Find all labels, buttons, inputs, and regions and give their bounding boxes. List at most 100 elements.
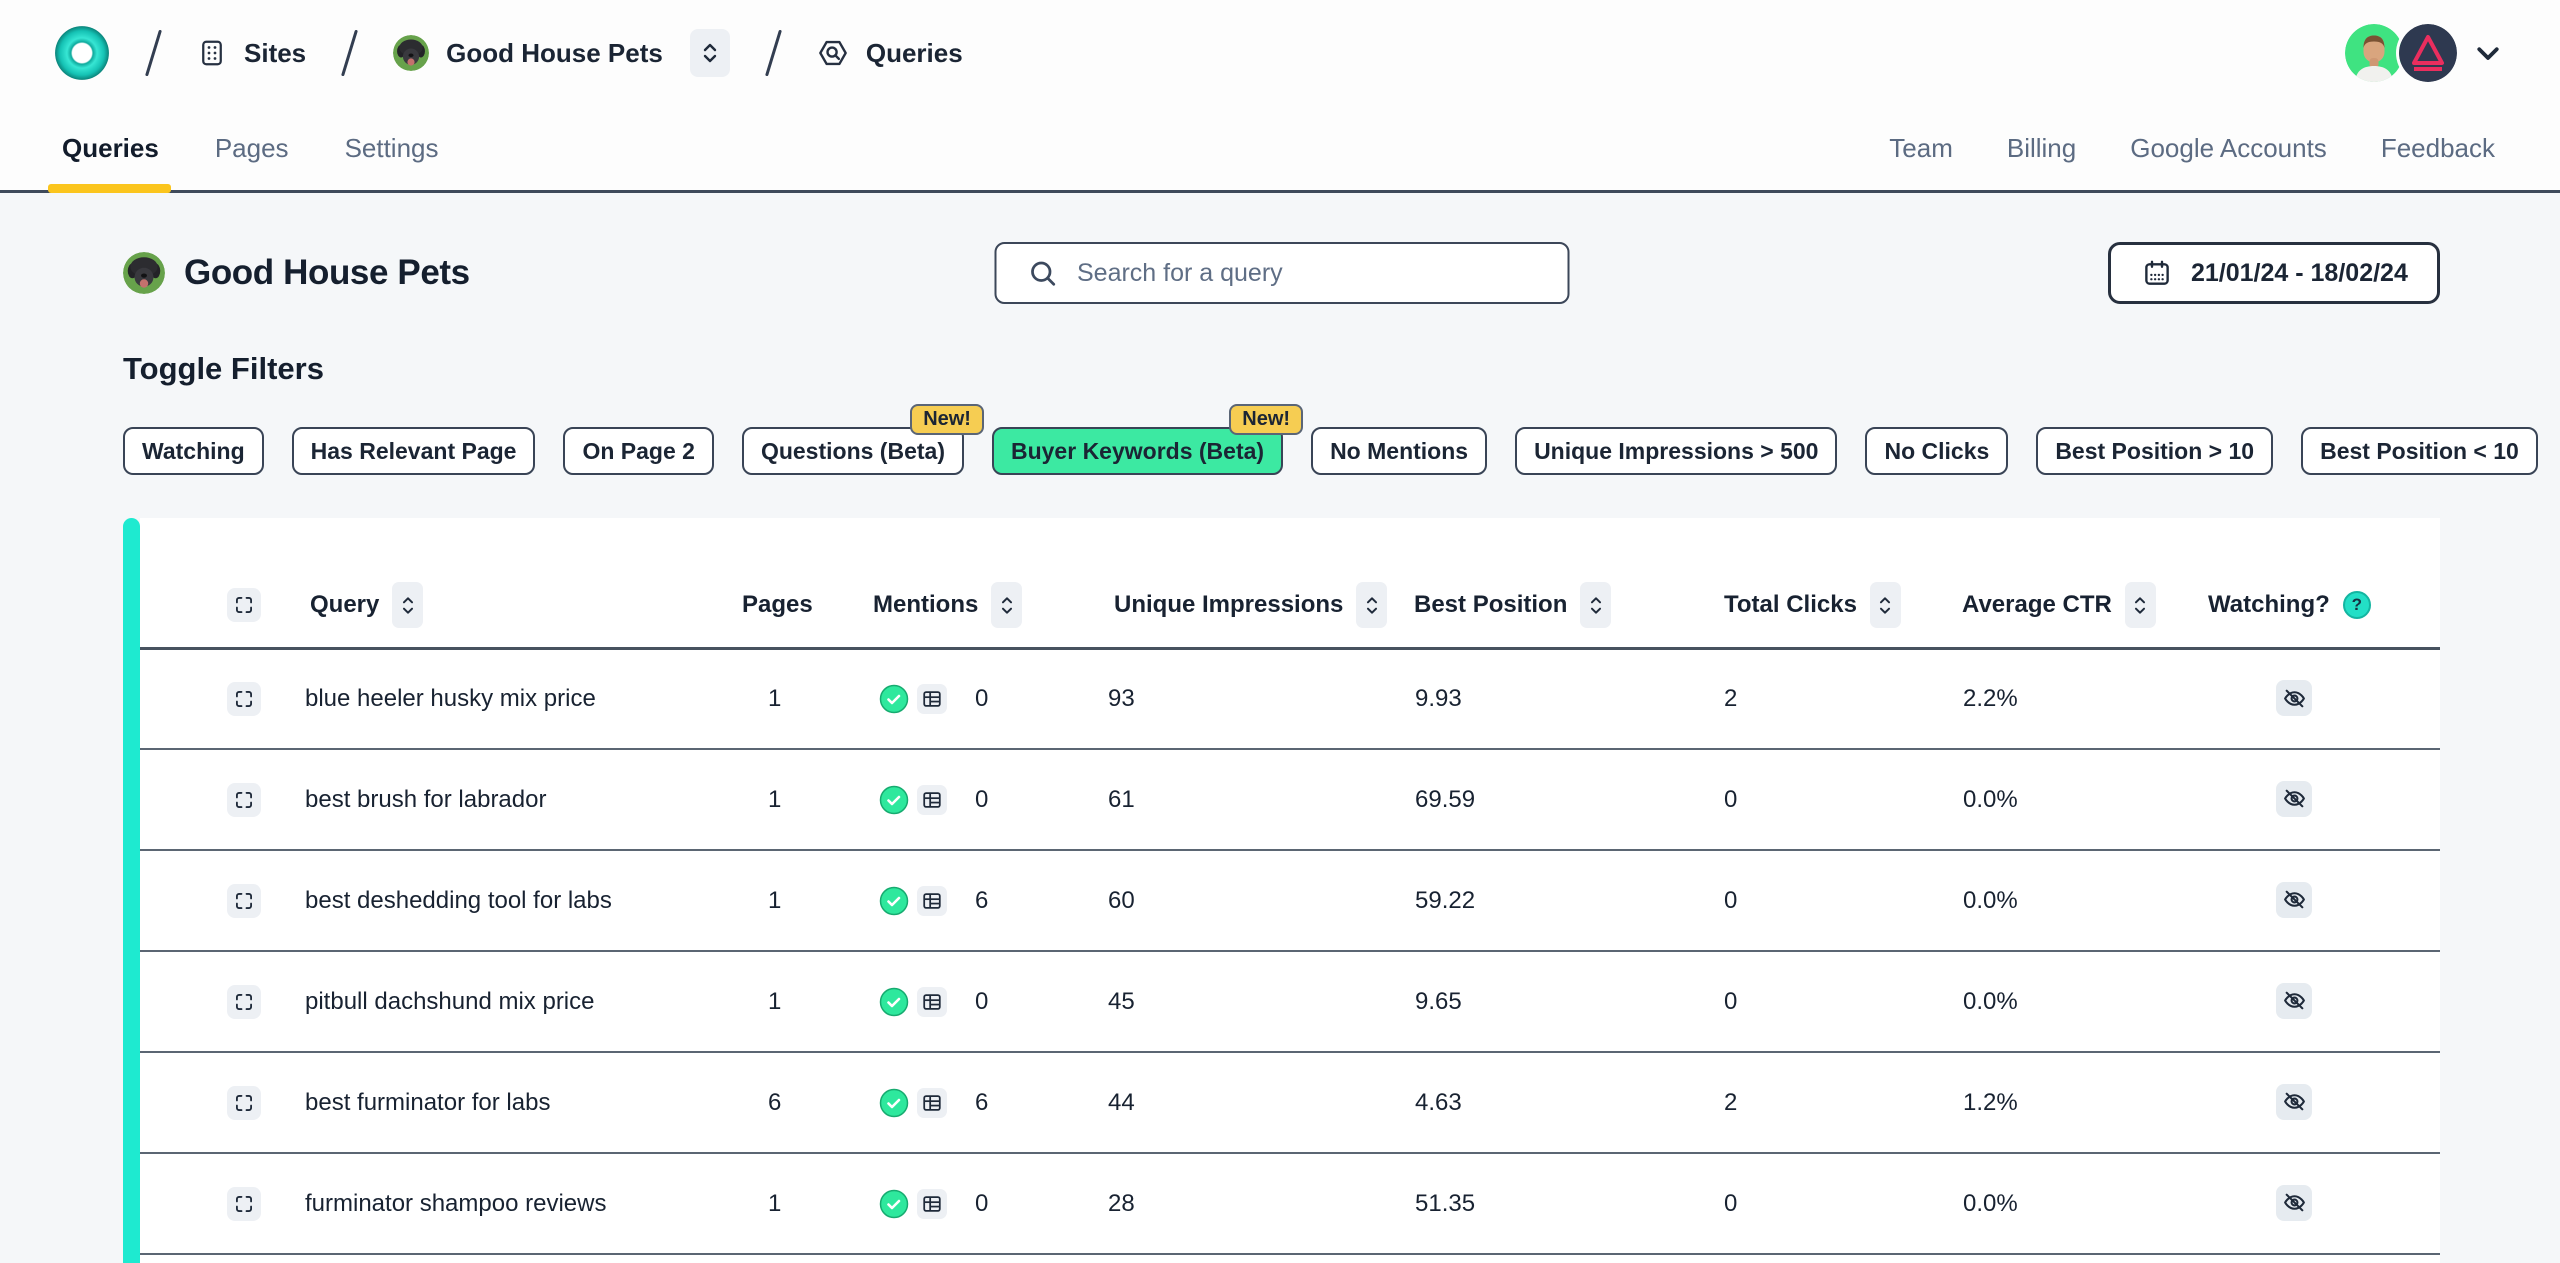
nav-link[interactable]: Billing [2007, 133, 2076, 164]
date-range-label: 21/01/24 - 18/02/24 [2191, 259, 2408, 288]
total-clicks-cell: 0 [1700, 1153, 1940, 1254]
total-clicks-cell: 2 [1700, 648, 1940, 749]
filter-chip-label: Best Position > 10 [2055, 438, 2254, 465]
nav-link[interactable]: Team [1889, 133, 1953, 164]
tab-label: Settings [345, 133, 439, 164]
page-title: Good House Pets [184, 253, 470, 293]
queries-icon [817, 37, 849, 69]
mention-table-icon[interactable] [917, 1189, 947, 1219]
app-logo-icon[interactable] [54, 25, 110, 81]
breadcrumb-site[interactable]: Good House Pets [393, 29, 730, 77]
filter-chip[interactable]: Buyer Keywords (Beta) New! [992, 427, 1283, 475]
filter-chip[interactable]: Best Position < 10 [2301, 427, 2538, 475]
account-menu-chevron-icon[interactable] [2473, 38, 2503, 68]
queries-table-card: Query Pages Mentions Unique Impressions … [123, 518, 2440, 1263]
column-header-total-clicks: Total Clicks [1724, 591, 1857, 619]
sort-best-position-button[interactable] [1580, 582, 1611, 628]
expand-row-icon[interactable] [227, 985, 261, 1019]
topbar: Sites Good House Pets [0, 0, 2560, 106]
tab[interactable]: Settings [345, 106, 439, 190]
total-clicks-cell: 0 [1700, 850, 1940, 951]
help-icon[interactable]: ? [2343, 591, 2371, 619]
mention-check-icon [879, 785, 909, 815]
sort-unique-impressions-button[interactable] [1356, 582, 1387, 628]
expand-all-icon[interactable] [227, 588, 261, 622]
accent-bar [123, 518, 140, 1263]
mentions-count: 0 [975, 1190, 988, 1218]
average-ctr-cell: 0.0% [1940, 1153, 2160, 1254]
table-row: blue heeler husky mix price 1 [140, 648, 2440, 749]
tab-label: Queries [62, 133, 159, 164]
watching-eye-off-icon[interactable] [2276, 781, 2312, 817]
sort-query-button[interactable] [392, 582, 423, 628]
table-row: pitbull dachshund mix price 1 [140, 951, 2440, 1052]
breadcrumb-queries[interactable]: Queries [817, 37, 963, 69]
mentions-count: 6 [975, 1089, 988, 1117]
watching-eye-off-icon[interactable] [2276, 882, 2312, 918]
filter-chip-label: No Mentions [1330, 438, 1468, 465]
nav-link-label: Google Accounts [2130, 133, 2327, 163]
expand-row-icon[interactable] [227, 884, 261, 918]
sort-total-clicks-button[interactable] [1870, 582, 1901, 628]
filter-chip-label: Best Position < 10 [2320, 438, 2519, 465]
query-cell: best brush for labrador [300, 749, 720, 850]
average-ctr-cell: 0.0% [1940, 850, 2160, 951]
user-avatar[interactable] [2345, 24, 2403, 82]
site-avatar [123, 252, 165, 294]
expand-row-icon[interactable] [227, 1187, 261, 1221]
best-position-cell: 51.35 [1390, 1153, 1700, 1254]
query-cell: best deshedding tool for labs [300, 850, 720, 951]
filter-chip[interactable]: No Clicks [1865, 427, 2008, 475]
new-badge: New! [910, 404, 984, 435]
column-header-unique-impressions: Unique Impressions [1114, 591, 1343, 619]
mention-table-icon[interactable] [917, 785, 947, 815]
expand-row-icon[interactable] [227, 682, 261, 716]
nav-links: Team Billing Google Accounts Feedback [1889, 106, 2495, 190]
filter-chip[interactable]: Questions (Beta) New! [742, 427, 964, 475]
pages-cell: 1 [720, 749, 860, 850]
tab[interactable]: Pages [215, 106, 289, 190]
column-header-mentions: Mentions [873, 591, 978, 619]
mentions-count: 0 [975, 988, 988, 1016]
nav-link[interactable]: Feedback [2381, 133, 2495, 164]
filter-chip[interactable]: Best Position > 10 [2036, 427, 2273, 475]
unique-impressions-cell: 60 [1100, 850, 1390, 951]
mention-check-icon [879, 684, 909, 714]
tabs: Queries Pages Settings [62, 106, 439, 190]
mention-table-icon[interactable] [917, 684, 947, 714]
search-input[interactable] [1077, 259, 1547, 288]
mention-table-icon[interactable] [917, 987, 947, 1017]
mention-check-icon [879, 1189, 909, 1219]
watching-eye-off-icon[interactable] [2276, 1185, 2312, 1221]
filters-title: Toggle Filters [123, 351, 2440, 387]
filter-chip-label: Has Relevant Page [311, 438, 517, 465]
best-position-cell: 59.22 [1390, 850, 1700, 951]
mention-table-icon[interactable] [917, 886, 947, 916]
watching-eye-off-icon[interactable] [2276, 1084, 2312, 1120]
breadcrumb-queries-label: Queries [866, 38, 963, 69]
main-content: Good House Pets [0, 241, 2560, 1263]
unique-impressions-cell: 45 [1100, 951, 1390, 1052]
tab[interactable]: Queries [62, 106, 159, 190]
filter-chip[interactable]: On Page 2 [563, 427, 713, 475]
filter-chip-label: Buyer Keywords (Beta) [1011, 438, 1264, 465]
filter-chip[interactable]: No Mentions [1311, 427, 1487, 475]
org-avatar[interactable] [2399, 24, 2457, 82]
breadcrumb-sites[interactable]: Sites [197, 38, 306, 69]
date-range-button[interactable]: 21/01/24 - 18/02/24 [2108, 242, 2440, 304]
watching-eye-off-icon[interactable] [2276, 680, 2312, 716]
filter-chip[interactable]: Watching [123, 427, 264, 475]
building-icon [197, 38, 227, 68]
sort-average-ctr-button[interactable] [2125, 582, 2156, 628]
filter-chip-label: No Clicks [1884, 438, 1989, 465]
expand-row-icon[interactable] [227, 1086, 261, 1120]
expand-row-icon[interactable] [227, 783, 261, 817]
filter-chip[interactable]: Has Relevant Page [292, 427, 536, 475]
site-switcher-button[interactable] [690, 29, 730, 77]
average-ctr-cell: 2.2% [1940, 648, 2160, 749]
watching-eye-off-icon[interactable] [2276, 983, 2312, 1019]
mention-table-icon[interactable] [917, 1088, 947, 1118]
sort-mentions-button[interactable] [991, 582, 1022, 628]
filter-chip[interactable]: Unique Impressions > 500 [1515, 427, 1837, 475]
nav-link[interactable]: Google Accounts [2130, 133, 2327, 164]
